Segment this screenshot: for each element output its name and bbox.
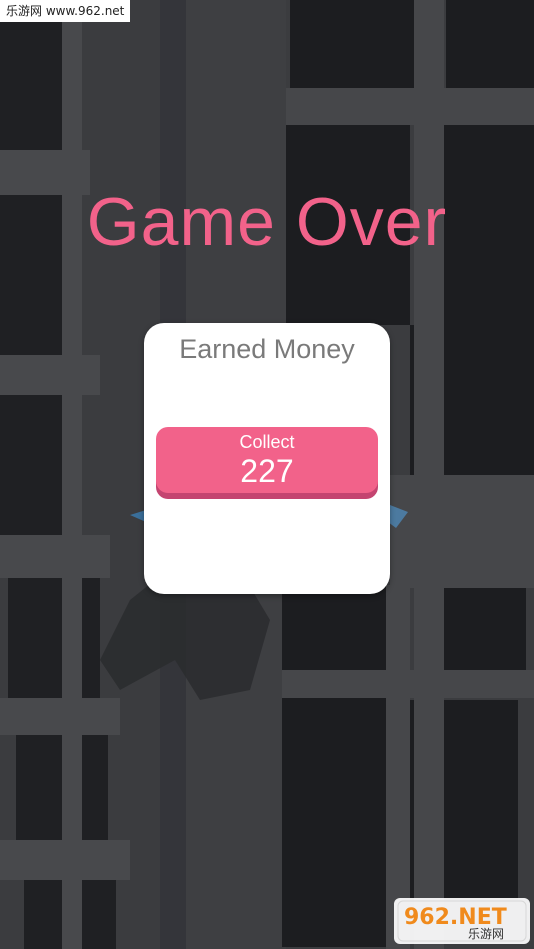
collect-button[interactable]: Collect 227 [156,427,378,493]
watermark-logo-small: 乐游网 [468,927,504,941]
watermark-top-text: 乐游网 www.962.net [0,0,131,22]
watermark-logo: 962.NET 乐游网 [394,898,530,944]
earned-money-card: Earned Money Collect 227 [144,323,390,594]
game-over-title: Game Over [86,184,448,260]
earned-money-heading: Earned Money [179,334,355,364]
collect-label: Collect [239,432,295,452]
money-amount: 227 [240,453,294,489]
